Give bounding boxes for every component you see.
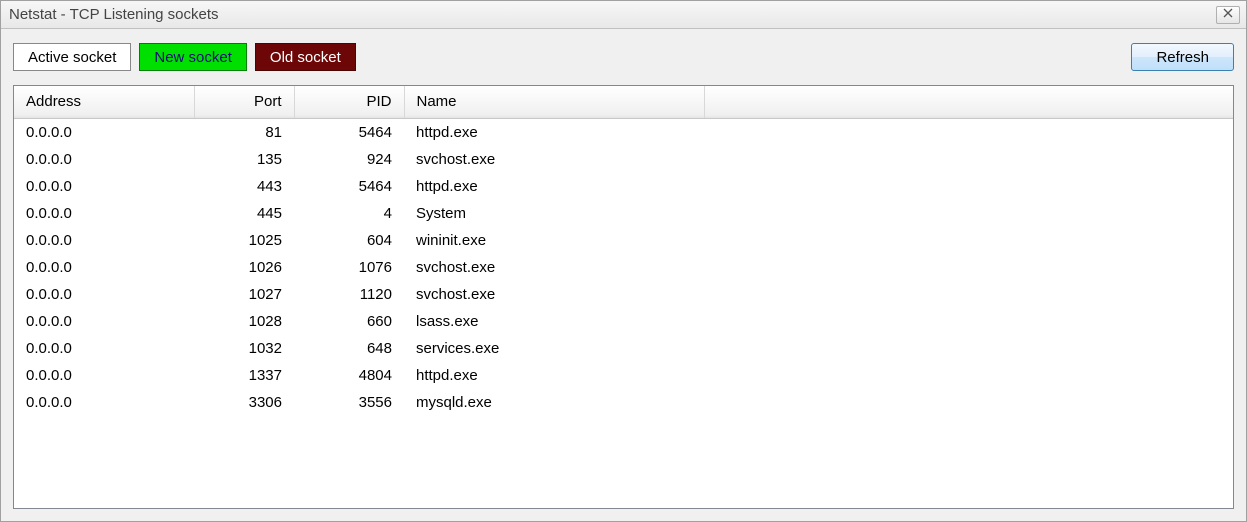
cell-address: 0.0.0.0: [14, 281, 194, 308]
cell-pid: 4: [294, 200, 404, 227]
cell-name: httpd.exe: [404, 173, 704, 200]
cell-address: 0.0.0.0: [14, 118, 194, 146]
header-port[interactable]: Port: [194, 86, 294, 118]
table-row[interactable]: 0.0.0.0135924svchost.exe: [14, 146, 1233, 173]
titlebar: Netstat - TCP Listening sockets: [1, 1, 1246, 29]
cell-port: 1032: [194, 335, 294, 362]
header-address[interactable]: Address: [14, 86, 194, 118]
legend-new-socket: New socket: [139, 43, 247, 71]
cell-name: httpd.exe: [404, 362, 704, 389]
cell-address: 0.0.0.0: [14, 335, 194, 362]
cell-spacer: [704, 362, 1233, 389]
cell-pid: 648: [294, 335, 404, 362]
table-row[interactable]: 0.0.0.010271120svchost.exe: [14, 281, 1233, 308]
table-row[interactable]: 0.0.0.01028660lsass.exe: [14, 308, 1233, 335]
table-row[interactable]: 0.0.0.0815464httpd.exe: [14, 118, 1233, 146]
cell-name: svchost.exe: [404, 254, 704, 281]
cell-pid: 4804: [294, 362, 404, 389]
cell-port: 81: [194, 118, 294, 146]
cell-spacer: [704, 118, 1233, 146]
cell-spacer: [704, 200, 1233, 227]
cell-pid: 5464: [294, 118, 404, 146]
cell-name: wininit.exe: [404, 227, 704, 254]
table-row[interactable]: 0.0.0.01025604wininit.exe: [14, 227, 1233, 254]
cell-pid: 924: [294, 146, 404, 173]
cell-address: 0.0.0.0: [14, 173, 194, 200]
cell-port: 1337: [194, 362, 294, 389]
cell-name: httpd.exe: [404, 118, 704, 146]
table-row[interactable]: 0.0.0.04435464httpd.exe: [14, 173, 1233, 200]
window-title: Netstat - TCP Listening sockets: [9, 6, 219, 23]
cell-name: services.exe: [404, 335, 704, 362]
cell-spacer: [704, 173, 1233, 200]
socket-table-container: Address Port PID Name 0.0.0.0815464httpd…: [13, 85, 1234, 509]
header-name[interactable]: Name: [404, 86, 704, 118]
legend-active-socket: Active socket: [13, 43, 131, 71]
cell-pid: 3556: [294, 389, 404, 416]
cell-spacer: [704, 227, 1233, 254]
close-button[interactable]: [1216, 6, 1240, 24]
refresh-button[interactable]: Refresh: [1131, 43, 1234, 71]
header-pid[interactable]: PID: [294, 86, 404, 118]
cell-name: svchost.exe: [404, 146, 704, 173]
cell-address: 0.0.0.0: [14, 389, 194, 416]
netstat-window: Netstat - TCP Listening sockets Active s…: [0, 0, 1247, 522]
cell-address: 0.0.0.0: [14, 308, 194, 335]
cell-address: 0.0.0.0: [14, 254, 194, 281]
cell-pid: 1120: [294, 281, 404, 308]
cell-port: 1025: [194, 227, 294, 254]
cell-pid: 660: [294, 308, 404, 335]
legend-group: Active socket New socket Old socket: [13, 43, 356, 71]
cell-spacer: [704, 146, 1233, 173]
table-row[interactable]: 0.0.0.033063556mysqld.exe: [14, 389, 1233, 416]
cell-address: 0.0.0.0: [14, 227, 194, 254]
cell-name: System: [404, 200, 704, 227]
table-row[interactable]: 0.0.0.04454System: [14, 200, 1233, 227]
table-row[interactable]: 0.0.0.01032648services.exe: [14, 335, 1233, 362]
legend-old-socket: Old socket: [255, 43, 356, 71]
cell-port: 135: [194, 146, 294, 173]
close-icon: [1223, 8, 1233, 21]
cell-spacer: [704, 335, 1233, 362]
cell-port: 1027: [194, 281, 294, 308]
cell-spacer: [704, 389, 1233, 416]
cell-port: 1026: [194, 254, 294, 281]
toolbar: Active socket New socket Old socket Refr…: [1, 29, 1246, 85]
cell-address: 0.0.0.0: [14, 362, 194, 389]
cell-port: 443: [194, 173, 294, 200]
cell-spacer: [704, 281, 1233, 308]
cell-port: 3306: [194, 389, 294, 416]
cell-spacer: [704, 308, 1233, 335]
cell-pid: 604: [294, 227, 404, 254]
cell-name: svchost.exe: [404, 281, 704, 308]
table-row[interactable]: 0.0.0.010261076svchost.exe: [14, 254, 1233, 281]
cell-pid: 5464: [294, 173, 404, 200]
cell-spacer: [704, 254, 1233, 281]
table-row[interactable]: 0.0.0.013374804httpd.exe: [14, 362, 1233, 389]
cell-pid: 1076: [294, 254, 404, 281]
cell-port: 445: [194, 200, 294, 227]
socket-table: Address Port PID Name 0.0.0.0815464httpd…: [14, 86, 1233, 416]
cell-address: 0.0.0.0: [14, 146, 194, 173]
cell-name: lsass.exe: [404, 308, 704, 335]
cell-port: 1028: [194, 308, 294, 335]
cell-address: 0.0.0.0: [14, 200, 194, 227]
header-spacer: [704, 86, 1233, 118]
cell-name: mysqld.exe: [404, 389, 704, 416]
